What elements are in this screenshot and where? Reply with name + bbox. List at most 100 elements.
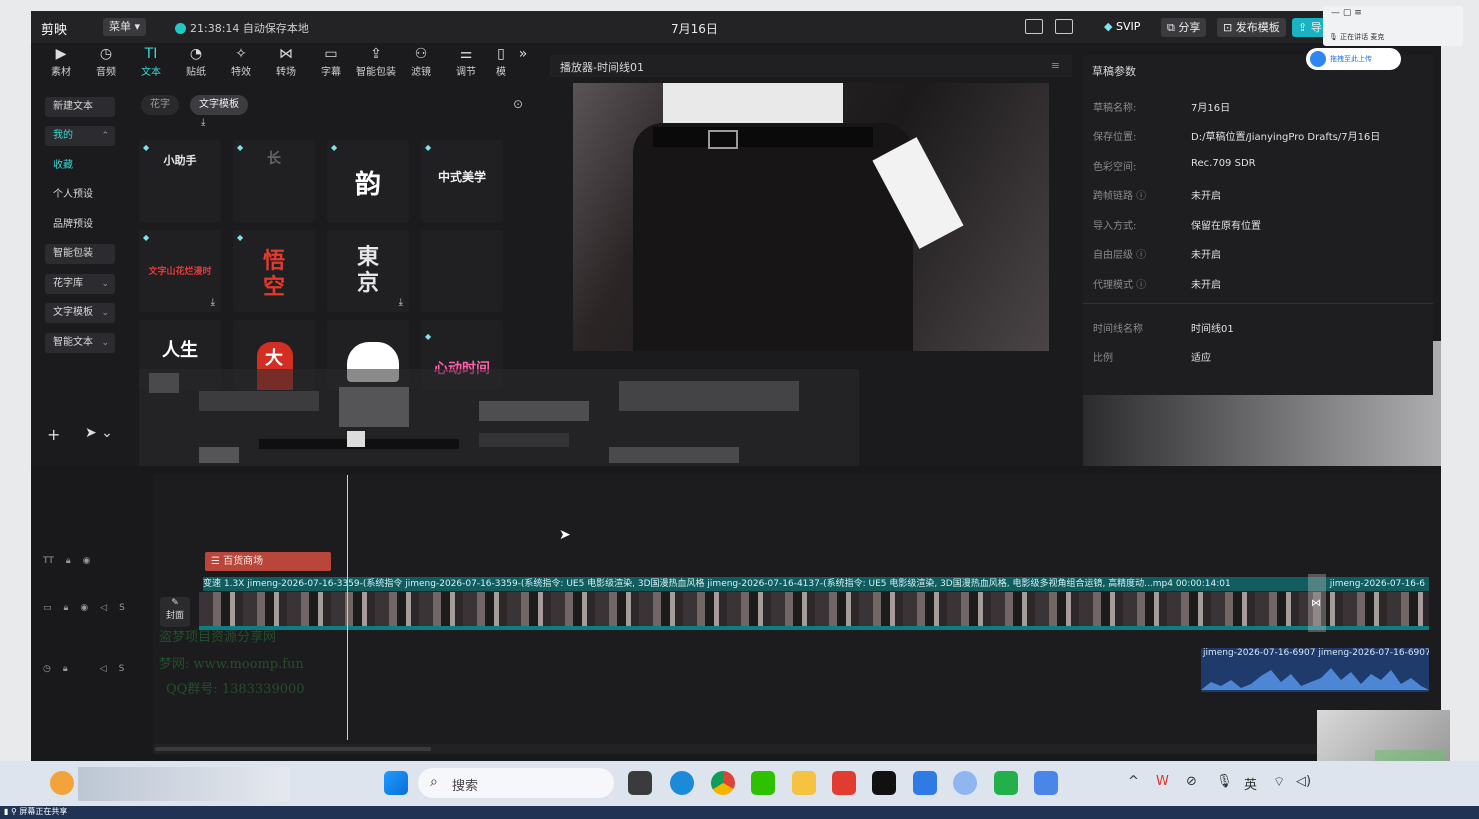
eye-icon[interactable]: ◉ <box>80 603 88 613</box>
tool-text[interactable]: TI 文本 <box>131 45 171 78</box>
share-icon: ⧉ <box>1167 21 1175 34</box>
window-controls-icon[interactable]: — ▢ ≡ <box>1331 8 1362 18</box>
layout-icon[interactable] <box>1055 19 1073 34</box>
prop-row: 导入方式: 保留在原有位置 <box>1093 221 1261 232</box>
wps-icon[interactable] <box>832 771 856 795</box>
ime-indicator[interactable]: 英 <box>1244 774 1257 793</box>
meeting-app-icon[interactable] <box>953 771 977 795</box>
tool-subtitle[interactable]: ▭ 字幕 <box>311 45 351 78</box>
template-tile[interactable]: ◆ 韵 <box>327 140 409 222</box>
menu-icon[interactable]: ≡ <box>1051 59 1060 72</box>
template-tile[interactable]: ◆ 长 <box>233 140 315 222</box>
wifi-icon[interactable]: ⌔ <box>1273 774 1285 790</box>
tool-audio[interactable]: ◷ 音频 <box>86 45 126 78</box>
diamond-icon: ◆ <box>143 233 150 242</box>
cover-button[interactable]: ✎ 封面 <box>160 597 190 627</box>
weather-icon[interactable] <box>50 771 74 795</box>
file-explorer-icon[interactable] <box>792 771 816 795</box>
nav-brand-preset[interactable]: 品牌预设 <box>45 215 115 235</box>
player-title: 播放器-时间线01 <box>560 61 644 74</box>
video-clip-header[interactable]: 变速 1.3X jimeng-2026-07-16-3359-(系统指令 jim… <box>203 577 1429 591</box>
lock-icon[interactable]: 🔒︎ <box>64 603 69 613</box>
playhead[interactable] <box>347 475 348 740</box>
download-icon[interactable]: ⤓ <box>399 297 403 308</box>
publish-template-button[interactable]: ⊡ 发布模板 <box>1217 18 1286 37</box>
tool-transition[interactable]: ⋈ 转场 <box>266 45 306 78</box>
speaker-icon[interactable]: ◁ <box>100 603 107 613</box>
tool-sticker[interactable]: ◔ 贴纸 <box>176 45 216 78</box>
audio-clip[interactable]: jimeng-2026-07-16-6907 jimeng-2026-07-16… <box>1201 648 1429 692</box>
nav-personal-preset[interactable]: 个人预设 <box>45 185 115 205</box>
edge-icon[interactable] <box>670 771 694 795</box>
nav-text-template[interactable]: 文字模板 ⌄ <box>45 303 115 323</box>
screen-share-status: ▮ ⚲ 屏幕正在共享 <box>4 807 68 816</box>
microphone-icon[interactable]: 🎙︎ <box>1216 774 1233 789</box>
scroll-thumb[interactable] <box>155 747 431 751</box>
notepad-icon[interactable] <box>1034 771 1058 795</box>
solo-icon[interactable]: S <box>119 603 125 613</box>
title-bar: 剪映 菜单 ▾ 21:38:14 自动保存本地 7月16日 ◆ SVIP ⧉ 分… <box>31 11 1441 43</box>
prop-row: 色彩空间: Rec.709 SDR <box>1093 158 1256 173</box>
timeline-scrollbar[interactable] <box>153 744 1441 754</box>
speaker-icon[interactable]: ◁ <box>100 664 107 674</box>
volume-icon[interactable]: ◁) <box>1296 774 1311 789</box>
template-tile[interactable] <box>421 230 503 312</box>
toolbar-more-button[interactable]: » <box>513 45 533 63</box>
jacket <box>633 123 913 351</box>
transition-marker[interactable]: ⋈ <box>1308 574 1326 632</box>
start-icon[interactable] <box>384 771 408 795</box>
upload-pill[interactable]: 拖拽至此上传 <box>1306 48 1401 70</box>
prop-row: 保存位置: D:/草稿位置/JianyingPro Drafts/7月16日 <box>1093 132 1381 143</box>
photos-icon[interactable] <box>913 771 937 795</box>
template-tile[interactable]: ◆ 悟空 <box>233 230 315 312</box>
subtitle-icon: ▭ <box>324 46 338 62</box>
shortcut-icon[interactable] <box>1025 19 1043 34</box>
nav-new-text[interactable]: 新建文本 <box>45 97 115 117</box>
eye-icon[interactable]: ◉ <box>83 556 91 566</box>
template-tile[interactable]: 東京 ⤓ <box>327 230 409 312</box>
tab-text-template[interactable]: 文字模板 <box>190 95 248 115</box>
capcut-icon[interactable] <box>872 771 896 795</box>
download-icon[interactable]: ⤓ <box>211 297 215 308</box>
player-header: 播放器-时间线01 ≡ <box>550 55 1072 77</box>
filter-settings-icon[interactable]: ⊙ <box>513 97 523 111</box>
menu-button[interactable]: 菜单 ▾ <box>103 18 147 36</box>
template-tile[interactable]: ◆ 小助手 <box>139 140 221 222</box>
sync-off-icon[interactable]: ⊘ <box>1186 774 1197 789</box>
share-button[interactable]: ⧉ 分享 <box>1161 18 1207 37</box>
nav-smart-pack[interactable]: 智能包装 <box>45 244 115 264</box>
wps-tray-icon[interactable]: W <box>1156 774 1169 789</box>
diamond-icon: ◆ <box>425 143 432 152</box>
chrome-icon[interactable] <box>711 771 735 795</box>
download-icon[interactable]: ⤓ <box>201 117 205 128</box>
template-tile[interactable]: ◆ 文字山花烂漫时 ⤓ <box>139 230 221 312</box>
wechat-icon[interactable] <box>751 771 775 795</box>
lock-icon[interactable]: 🔒︎ <box>63 664 68 674</box>
tab-flower-text[interactable]: 花字 <box>141 95 179 115</box>
taskbar-search[interactable]: ⌕ 搜索 <box>418 768 614 798</box>
nav-flower-text-lib[interactable]: 花字库 ⌄ <box>45 274 115 294</box>
edit-icon: ✎ <box>171 598 179 608</box>
tool-media[interactable]: ▶ 素材 <box>41 45 81 78</box>
add-track-button[interactable]: + <box>47 425 60 444</box>
tool-filter[interactable]: ⚇ 滤镜 <box>401 45 441 78</box>
select-tool-button[interactable]: ➤ ⌄ <box>85 425 113 441</box>
solo-icon[interactable]: S <box>119 664 125 674</box>
audio-icon: ◷ <box>99 46 113 62</box>
tool-smart-pack[interactable]: ⇪ 智能包装 <box>356 45 396 78</box>
svip-badge[interactable]: ◆ SVIP <box>1104 20 1140 33</box>
nav-favorites[interactable]: 收藏 <box>45 156 115 176</box>
template-tile[interactable]: ◆ 中式美学 <box>421 140 503 222</box>
tool-template[interactable]: ▯ 模 <box>491 45 511 78</box>
nav-smart-text[interactable]: 智能文本 ⌄ <box>45 333 115 353</box>
video-clip-thumbnails[interactable] <box>199 592 1429 630</box>
text-clip[interactable]: ☰ 百货商场 <box>205 552 331 571</box>
nav-mine[interactable]: 我的 ⌃ <box>45 126 115 146</box>
lock-icon[interactable]: 🔒︎ <box>66 556 71 566</box>
video-preview[interactable] <box>573 83 1049 351</box>
tool-effects[interactable]: ✧ 特效 <box>221 45 261 78</box>
tray-chevron-icon[interactable]: ^ <box>1128 774 1139 789</box>
chat-app-icon[interactable] <box>994 771 1018 795</box>
tool-adjust[interactable]: ⚌ 调节 <box>446 45 486 78</box>
task-view-icon[interactable] <box>628 771 652 795</box>
